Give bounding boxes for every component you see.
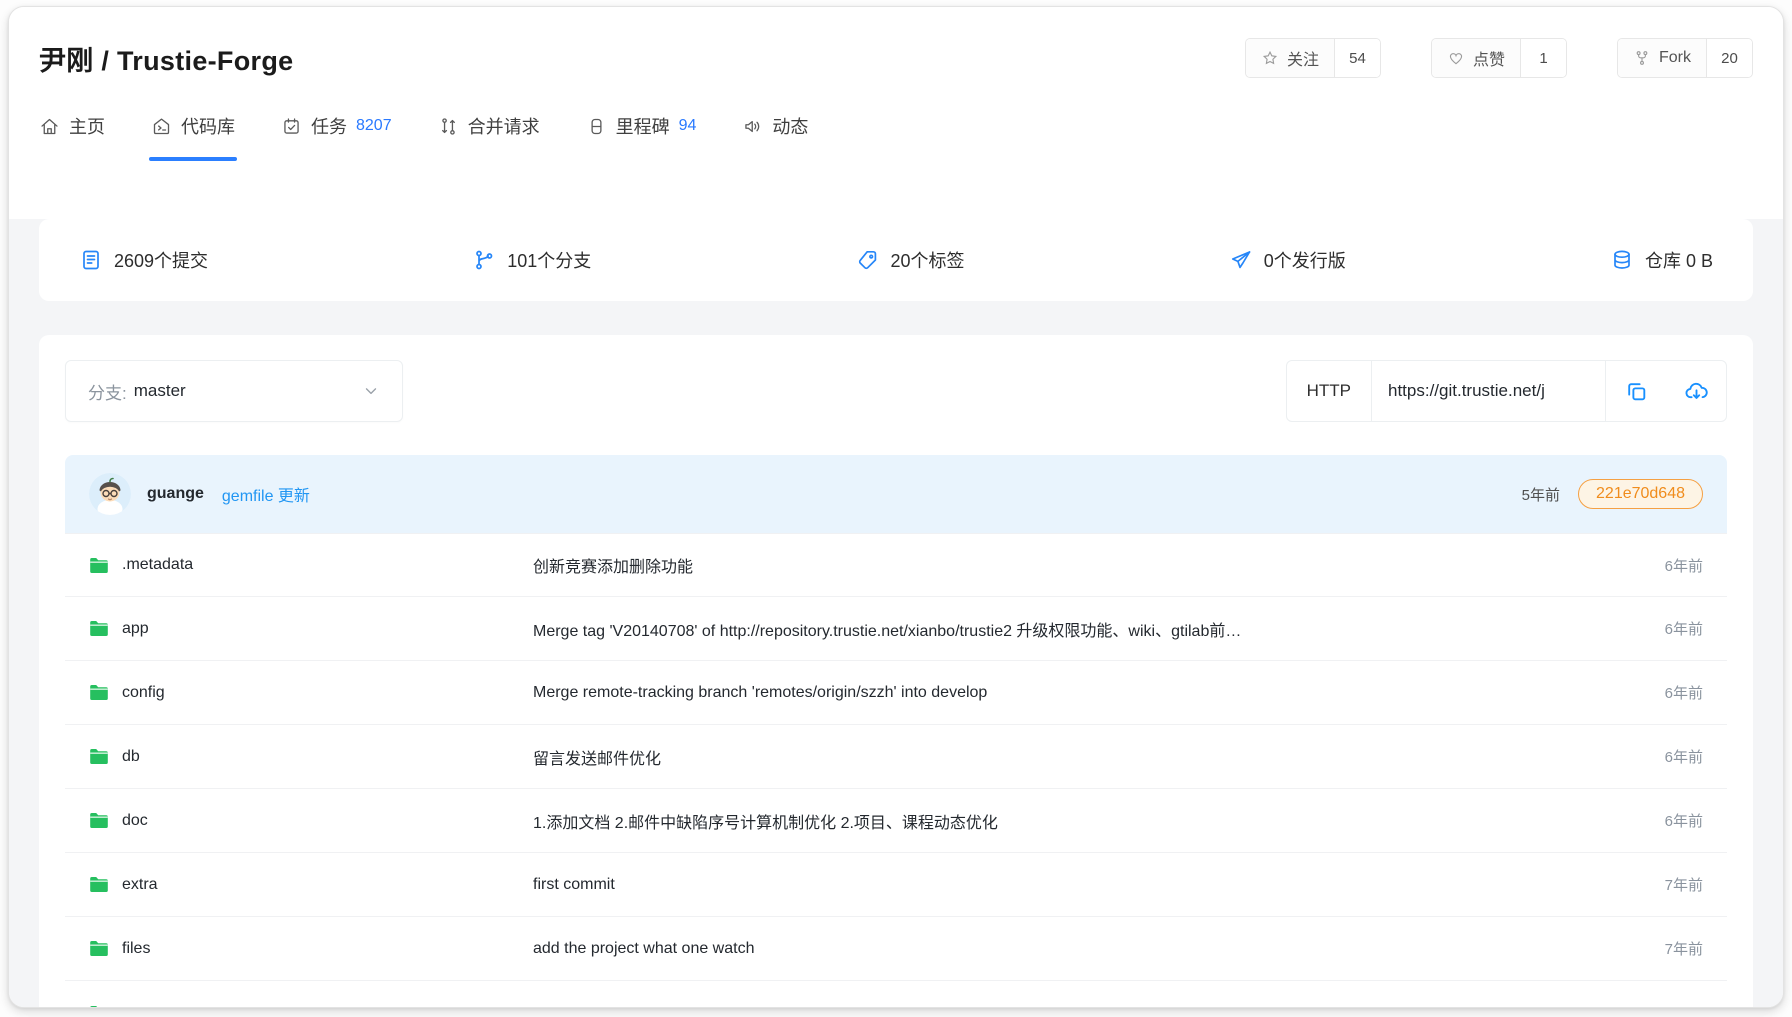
folder-icon — [89, 940, 109, 957]
file-commit-time: 7年前 — [1631, 874, 1703, 895]
clone-url-field[interactable]: https://git.trustie.net/j — [1371, 361, 1606, 421]
fork-count: 20 — [1706, 39, 1752, 77]
tag-icon — [856, 248, 880, 272]
page-content: 2609个提交 101个分支 20个标签 0个发行版 仓库 0 B — [9, 219, 1783, 1008]
commit-hash-badge[interactable]: 221e70d648 — [1578, 479, 1703, 509]
file-commit-time: 6年前 — [1631, 682, 1703, 703]
star-icon — [1261, 49, 1279, 67]
file-name-cell[interactable]: doc — [89, 812, 533, 830]
stat-releases[interactable]: 0个发行版 — [1229, 247, 1346, 273]
watch-label: 关注 — [1287, 46, 1319, 70]
file-row-files[interactable]: files add the project what one watch 7年前 — [65, 917, 1727, 981]
file-commit-message[interactable]: 1.添加文档 2.邮件中缺陷序号计算机制优化 2.项目、课程动态优化 — [533, 809, 1631, 833]
download-button[interactable] — [1666, 361, 1726, 421]
folder-icon — [89, 812, 109, 829]
fork-label: Fork — [1659, 49, 1691, 67]
stat-tags[interactable]: 20个标签 — [856, 247, 965, 273]
latest-commit-bar: guange gemfile 更新 5年前 221e70d648 — [65, 455, 1727, 533]
page-title: 尹刚 / Trustie-Forge — [39, 39, 293, 78]
repo-stats-bar: 2609个提交 101个分支 20个标签 0个发行版 仓库 0 B — [39, 219, 1753, 301]
tab-milestones[interactable]: 里程碑 94 — [586, 113, 697, 161]
activity-icon — [742, 116, 763, 137]
file-row-partial[interactable] — [65, 981, 1727, 1008]
avatar[interactable] — [89, 473, 131, 515]
folder-icon — [89, 1005, 109, 1009]
tab-home[interactable]: 主页 — [39, 113, 105, 161]
commit-message-link[interactable]: gemfile 更新 — [222, 482, 310, 506]
protocol-toggle[interactable]: HTTP — [1287, 361, 1371, 421]
milestone-icon — [586, 116, 607, 137]
folder-icon — [89, 876, 109, 893]
file-row-extra[interactable]: extra first commit 7年前 — [65, 853, 1727, 917]
release-icon — [1229, 248, 1253, 272]
fork-button[interactable]: Fork 20 — [1617, 38, 1753, 78]
folder-icon — [89, 748, 109, 765]
stat-commits[interactable]: 2609个提交 — [79, 247, 208, 273]
clone-url-group: HTTP https://git.trustie.net/j — [1286, 360, 1727, 422]
file-row-metadata[interactable]: .metadata 创新竞赛添加删除功能 6年前 — [65, 533, 1727, 597]
fork-icon — [1633, 49, 1651, 67]
repo-header: 尹刚 / Trustie-Forge 关注 54 点赞 1 — [9, 7, 1783, 190]
copy-url-button[interactable] — [1606, 361, 1666, 421]
commit-author[interactable]: guange — [147, 485, 204, 503]
commit-icon — [79, 248, 103, 272]
branch-selector[interactable]: 分支: master — [65, 360, 403, 422]
database-icon — [1610, 248, 1634, 272]
like-button[interactable]: 点赞 1 — [1431, 38, 1567, 78]
branch-value: master — [134, 381, 186, 401]
file-commit-message[interactable]: Merge remote-tracking branch 'remotes/or… — [533, 684, 1631, 702]
repo-toolbar: 分支: master HTTP https://git.trustie.net/… — [65, 360, 1727, 422]
file-list: .metadata 创新竞赛添加删除功能 6年前 app Merge tag '… — [65, 533, 1727, 1008]
folder-icon — [89, 684, 109, 701]
file-name-cell[interactable]: db — [89, 748, 533, 766]
watch-button[interactable]: 关注 54 — [1245, 38, 1381, 78]
file-commit-message[interactable]: 留言发送邮件优化 — [533, 745, 1631, 769]
file-row-doc[interactable]: doc 1.添加文档 2.邮件中缺陷序号计算机制优化 2.项目、课程动态优化 6… — [65, 789, 1727, 853]
stat-repo-size[interactable]: 仓库 0 B — [1610, 247, 1713, 273]
file-name-cell[interactable]: files — [89, 940, 533, 958]
like-label: 点赞 — [1473, 46, 1505, 70]
file-row-app[interactable]: app Merge tag 'V20140708' of http://repo… — [65, 597, 1727, 661]
heart-icon — [1447, 49, 1465, 67]
tab-activity[interactable]: 动态 — [742, 113, 808, 161]
repo-tabs: 主页 代码库 任务 8207 合并请求 里程碑 94 — [39, 113, 1753, 161]
repo-actions: 关注 54 点赞 1 Fork 20 — [1245, 38, 1753, 78]
tab-code[interactable]: 代码库 — [151, 113, 235, 161]
file-commit-time: 6年前 — [1631, 555, 1703, 576]
folder-icon — [89, 557, 109, 574]
tab-merge-requests[interactable]: 合并请求 — [438, 113, 540, 161]
tab-tasks[interactable]: 任务 8207 — [281, 113, 392, 161]
file-commit-message[interactable]: Merge tag 'V20140708' of http://reposito… — [533, 617, 1631, 641]
watch-count: 54 — [1334, 39, 1380, 77]
cloud-download-icon — [1684, 379, 1709, 404]
repo-icon — [151, 116, 172, 137]
file-name-cell[interactable]: extra — [89, 876, 533, 894]
file-commit-message[interactable]: first commit — [533, 876, 1631, 894]
file-commit-time: 6年前 — [1631, 746, 1703, 767]
branch-label: 分支: — [88, 379, 127, 404]
folder-icon — [89, 620, 109, 637]
chevron-down-icon — [362, 382, 380, 400]
stat-branches[interactable]: 101个分支 — [472, 247, 591, 273]
file-commit-time: 6年前 — [1631, 810, 1703, 831]
home-icon — [39, 116, 60, 137]
like-count: 1 — [1520, 39, 1566, 77]
copy-icon — [1624, 379, 1649, 404]
file-row-config[interactable]: config Merge remote-tracking branch 'rem… — [65, 661, 1727, 725]
file-name-cell[interactable]: config — [89, 684, 533, 702]
branch-icon — [472, 248, 496, 272]
file-commit-time: 7年前 — [1631, 938, 1703, 959]
file-name-cell[interactable] — [89, 1005, 533, 1009]
task-icon — [281, 116, 302, 137]
file-name-cell[interactable]: app — [89, 620, 533, 638]
merge-icon — [438, 116, 459, 137]
file-name-cell[interactable]: .metadata — [89, 556, 533, 574]
commit-time: 5年前 — [1522, 484, 1560, 505]
file-commit-time: 6年前 — [1631, 618, 1703, 639]
file-row-db[interactable]: db 留言发送邮件优化 6年前 — [65, 725, 1727, 789]
file-commit-message[interactable]: add the project what one watch — [533, 940, 1631, 958]
file-commit-message[interactable]: 创新竞赛添加删除功能 — [533, 553, 1631, 577]
repo-browser-card: 分支: master HTTP https://git.trustie.net/… — [39, 335, 1753, 1008]
app-window: 尹刚 / Trustie-Forge 关注 54 点赞 1 — [8, 6, 1784, 1008]
